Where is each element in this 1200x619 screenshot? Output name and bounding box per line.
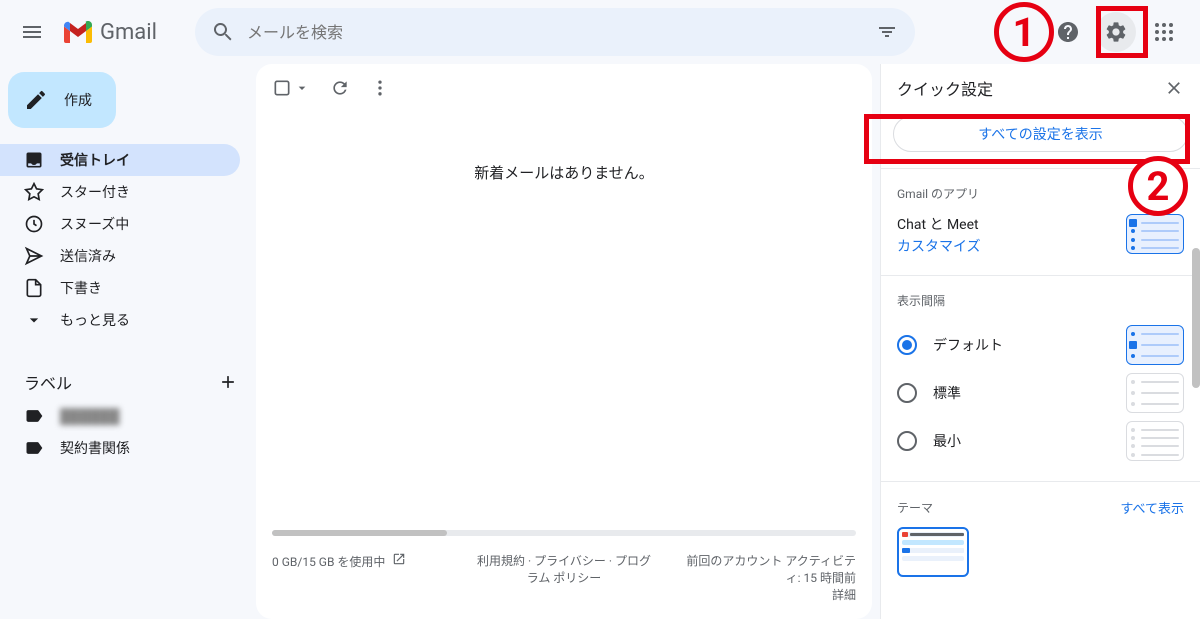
- chevron-down-icon: [24, 310, 44, 330]
- main-content: 新着メールはありません。 0 GB/15 GB を使用中 利用規約 · プライバ…: [256, 64, 872, 619]
- help-icon: [1056, 20, 1080, 44]
- clock-icon: [24, 214, 44, 234]
- labels-header-text: ラベル: [24, 370, 72, 394]
- panel-header: クイック設定: [881, 64, 1200, 112]
- label-icon: [24, 438, 44, 458]
- compose-button[interactable]: 作成: [8, 72, 116, 128]
- sidebar-item-label: 下書き: [60, 278, 102, 298]
- main-menu-button[interactable]: [8, 8, 56, 56]
- radio-icon: [897, 335, 917, 355]
- checkbox-icon: [272, 78, 292, 98]
- message-toolbar: [256, 64, 872, 112]
- app-body: 作成 受信トレイ スター付き スヌーズ中 送信済み 下書き もっと見る ラベル: [0, 64, 1200, 619]
- gear-icon: [1104, 20, 1128, 44]
- external-link-icon[interactable]: [392, 552, 406, 569]
- settings-button[interactable]: [1096, 12, 1136, 52]
- label-item-text: 契約書関係: [60, 438, 130, 458]
- sidebar: 作成 受信トレイ スター付き スヌーズ中 送信済み 下書き もっと見る ラベル: [0, 64, 256, 619]
- density-preview-compact: [1126, 421, 1184, 461]
- search-icon: [211, 20, 235, 44]
- activity-info: 前回のアカウント アクティビティ: 15 時間前 詳細: [681, 552, 856, 603]
- search-bar[interactable]: [195, 8, 915, 56]
- add-label-icon[interactable]: [218, 372, 238, 392]
- apps-preview: [1126, 214, 1184, 254]
- labels-header: ラベル: [0, 364, 256, 400]
- density-option-comfortable[interactable]: 標準: [897, 369, 1184, 417]
- radio-icon: [897, 383, 917, 403]
- density-label: デフォルト: [933, 335, 1003, 355]
- chat-meet-text: Chat と Meet: [897, 214, 981, 236]
- radio-icon: [897, 431, 917, 451]
- close-icon[interactable]: [1164, 78, 1184, 98]
- theme-section-title: テーマ: [897, 499, 933, 516]
- storage-text: 0 GB/15 GB を使用中: [272, 555, 385, 569]
- send-icon: [24, 246, 44, 266]
- select-all-checkbox[interactable]: [272, 78, 310, 98]
- density-section: 表示間隔 デフォルト 標準: [881, 275, 1200, 481]
- main-footer: 0 GB/15 GB を使用中 利用規約 · プライバシー · プログラム ポリ…: [256, 542, 872, 619]
- label-item[interactable]: 契約書関係: [0, 432, 240, 464]
- sidebar-item-more[interactable]: もっと見る: [0, 304, 240, 336]
- policies-links[interactable]: 利用規約 · プライバシー · プログラム ポリシー: [477, 552, 652, 603]
- draft-icon: [24, 278, 44, 298]
- label-item-text: ██████: [60, 408, 120, 425]
- sidebar-item-starred[interactable]: スター付き: [0, 176, 240, 208]
- activity-line: 前回のアカウント アクティビティ: 15 時間前: [681, 552, 856, 586]
- activity-details-link[interactable]: 詳細: [681, 586, 856, 603]
- density-preview-comfortable: [1126, 373, 1184, 413]
- dropdown-icon[interactable]: [294, 80, 310, 96]
- sidebar-item-drafts[interactable]: 下書き: [0, 272, 240, 304]
- app-header: Gmail: [0, 0, 1200, 64]
- horizontal-scrollbar[interactable]: [272, 530, 856, 536]
- apps-section-title: Gmail のアプリ: [897, 185, 1184, 202]
- empty-inbox-message: 新着メールはありません。: [256, 112, 872, 530]
- apps-text: Chat と Meet カスタマイズ: [897, 214, 981, 259]
- sidebar-item-label: スター付き: [60, 182, 130, 202]
- refresh-icon[interactable]: [330, 78, 350, 98]
- search-input[interactable]: [247, 23, 863, 42]
- sidebar-item-label: もっと見る: [60, 310, 130, 330]
- density-label: 標準: [933, 383, 961, 403]
- more-icon[interactable]: [370, 78, 390, 98]
- density-option-compact[interactable]: 最小: [897, 417, 1184, 465]
- inbox-icon: [24, 150, 44, 170]
- gmail-logo-icon: [64, 21, 92, 43]
- sidebar-item-inbox[interactable]: 受信トレイ: [0, 144, 240, 176]
- sidebar-item-sent[interactable]: 送信済み: [0, 240, 240, 272]
- label-icon: [24, 406, 44, 426]
- gmail-logo[interactable]: Gmail: [64, 20, 187, 45]
- sidebar-item-label: 受信トレイ: [60, 150, 130, 170]
- gmail-logo-text: Gmail: [100, 20, 157, 45]
- header-actions: [1048, 12, 1192, 52]
- density-section-title: 表示間隔: [897, 292, 1184, 309]
- storage-info: 0 GB/15 GB を使用中: [272, 552, 447, 603]
- panel-title: クイック設定: [897, 76, 993, 100]
- apps-button[interactable]: [1144, 12, 1184, 52]
- compose-label: 作成: [64, 90, 92, 110]
- see-all-settings-label: すべての設定を表示: [978, 124, 1102, 144]
- apps-section: Gmail のアプリ Chat と Meet カスタマイズ: [881, 168, 1200, 275]
- theme-thumbnail[interactable]: [897, 527, 969, 577]
- hamburger-icon: [20, 20, 44, 44]
- theme-section: テーマ すべて表示: [881, 481, 1200, 593]
- density-preview-default: [1126, 325, 1184, 365]
- see-all-settings-button[interactable]: すべての設定を表示: [893, 116, 1188, 152]
- panel-scrollbar[interactable]: [1192, 248, 1200, 388]
- apps-grid-icon: [1152, 20, 1176, 44]
- quick-settings-panel: クイック設定 すべての設定を表示 Gmail のアプリ Chat と Meet …: [880, 64, 1200, 619]
- density-option-default[interactable]: デフォルト: [897, 321, 1184, 369]
- label-item[interactable]: ██████: [0, 400, 240, 432]
- search-options-icon[interactable]: [875, 20, 899, 44]
- sidebar-item-label: スヌーズ中: [60, 214, 129, 234]
- support-button[interactable]: [1048, 12, 1088, 52]
- star-icon: [24, 182, 44, 202]
- sidebar-item-label: 送信済み: [60, 246, 116, 266]
- pencil-icon: [24, 88, 48, 112]
- sidebar-item-snoozed[interactable]: スヌーズ中: [0, 208, 240, 240]
- density-label: 最小: [933, 431, 961, 451]
- customize-link[interactable]: カスタマイズ: [897, 236, 981, 258]
- theme-view-all-link[interactable]: すべて表示: [1120, 498, 1184, 517]
